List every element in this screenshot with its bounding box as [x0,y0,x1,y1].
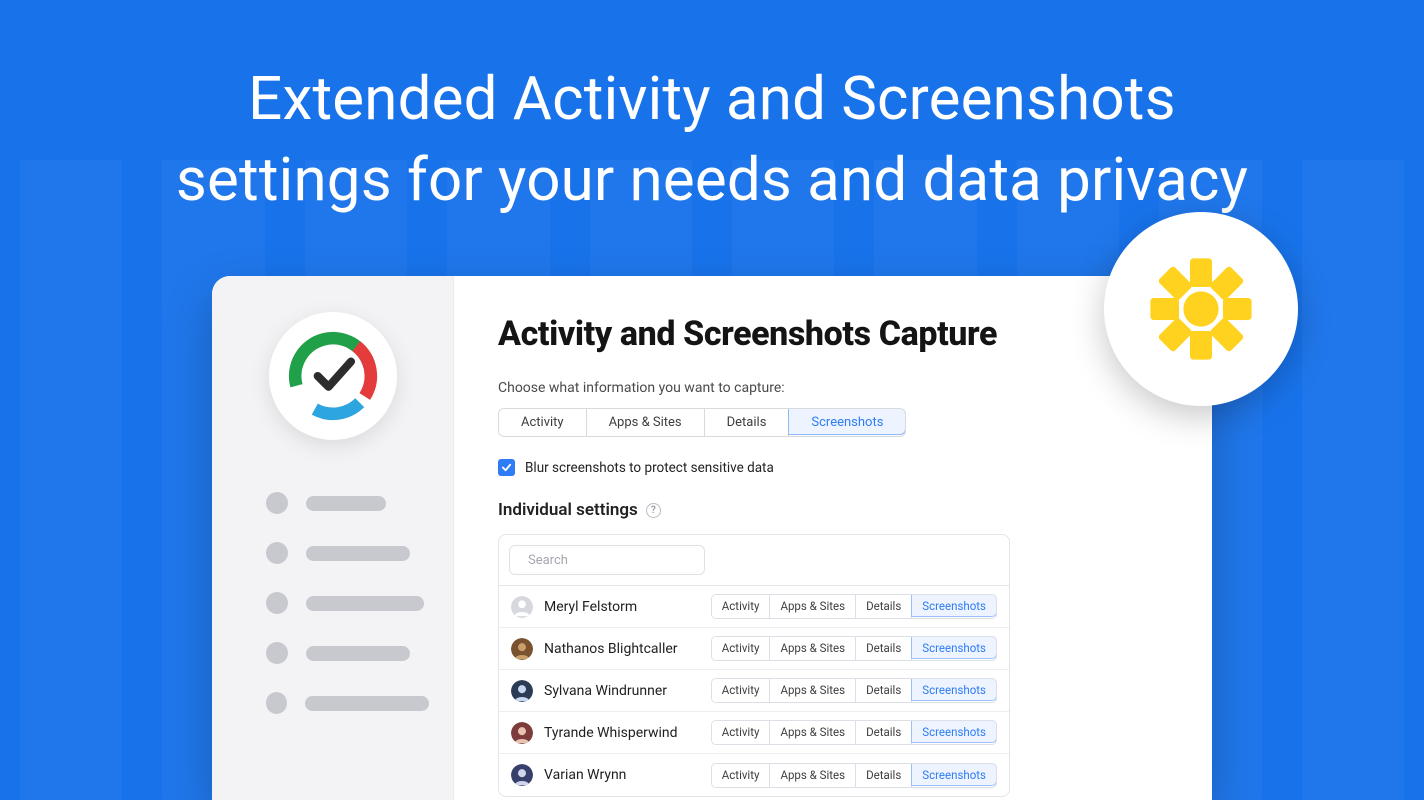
user-tab-screenshots[interactable]: Screenshots [911,763,997,786]
user-tab-apps-sites[interactable]: Apps & Sites [770,637,856,660]
user-name: Nathanos Blightcaller [544,641,700,657]
user-row: Tyrande Whisperwind ActivityApps & SitesD… [499,712,1009,754]
user-tab-activity[interactable]: Activity [712,637,771,660]
subtitle: Choose what information you want to capt… [498,380,1166,396]
nav-dot-icon [266,542,288,564]
sidebar-nav [236,492,429,742]
blur-option[interactable]: Blur screenshots to protect sensitive da… [498,459,1166,476]
user-tab-apps-sites[interactable]: Apps & Sites [770,721,856,744]
sidebar [212,276,454,800]
tab-details[interactable]: Details [705,409,790,436]
user-name: Sylvana Windrunner [544,683,700,699]
nav-dot-icon [266,642,288,664]
user-capture-tabs[interactable]: ActivityApps & SitesDetailsScreenshots [711,763,997,788]
nav-label-placeholder [306,546,410,561]
avatar [511,722,533,744]
feature-badge [1104,212,1298,406]
blur-checkbox[interactable] [498,459,515,476]
user-tab-screenshots[interactable]: Screenshots [911,678,997,701]
user-tab-details[interactable]: Details [856,721,912,744]
page-title: Activity and Screenshots Capture [498,314,1166,354]
user-capture-tabs[interactable]: ActivityApps & SitesDetailsScreenshots [711,720,997,745]
user-tab-activity[interactable]: Activity [712,721,771,744]
user-capture-tabs[interactable]: ActivityApps & SitesDetailsScreenshots [711,678,997,703]
search-input-wrap[interactable] [509,545,705,575]
avatar [511,680,533,702]
user-name: Tyrande Whisperwind [544,725,700,741]
hero-title-line2: settings for your needs and data privacy [176,144,1248,215]
user-tab-screenshots[interactable]: Screenshots [911,720,997,743]
user-tab-apps-sites[interactable]: Apps & Sites [770,764,856,787]
capture-tabs[interactable]: ActivityApps & SitesDetailsScreenshots [498,408,906,437]
tab-screenshots[interactable]: Screenshots [788,408,906,435]
app-window: Activity and Screenshots Capture Choose … [212,276,1212,800]
nav-dot-icon [266,692,287,714]
nav-label-placeholder [306,496,386,511]
logo-icon [288,331,378,421]
individual-settings-panel: Meryl FelstormActivityApps & SitesDetail… [498,534,1010,797]
avatar [511,638,533,660]
avatar [511,596,533,618]
user-name: Varian Wrynn [544,767,700,783]
sidebar-item-3[interactable] [266,642,429,664]
tab-activity[interactable]: Activity [499,409,587,436]
burst-icon [1146,254,1256,364]
blur-label: Blur screenshots to protect sensitive da… [525,460,774,476]
individual-settings-heading: Individual settings ? [498,500,1166,520]
nav-dot-icon [266,592,288,614]
user-capture-tabs[interactable]: ActivityApps & SitesDetailsScreenshots [711,636,997,661]
user-tab-details[interactable]: Details [856,764,912,787]
tab-apps-sites[interactable]: Apps & Sites [587,409,705,436]
hero-title-line1: Extended Activity and Screenshots [248,63,1176,134]
sidebar-item-0[interactable] [266,492,429,514]
user-row: Sylvana Windrunner ActivityApps & SitesDe… [499,670,1009,712]
search-bar [499,535,1009,586]
search-input[interactable] [528,553,694,568]
user-tab-activity[interactable]: Activity [712,679,771,702]
user-tab-details[interactable]: Details [856,679,912,702]
sidebar-item-4[interactable] [266,692,429,714]
user-tab-details[interactable]: Details [856,595,912,618]
user-tab-activity[interactable]: Activity [712,764,771,787]
user-tab-screenshots[interactable]: Screenshots [911,636,997,659]
nav-dot-icon [266,492,288,514]
check-icon [501,462,512,473]
user-tab-apps-sites[interactable]: Apps & Sites [770,595,856,618]
hero-title: Extended Activity and Screenshots settin… [0,0,1424,220]
user-name: Meryl Felstorm [544,599,700,615]
user-tab-activity[interactable]: Activity [712,595,771,618]
user-row: Nathanos Blightcaller ActivityApps & Site… [499,628,1009,670]
nav-label-placeholder [306,596,424,611]
user-tab-apps-sites[interactable]: Apps & Sites [770,679,856,702]
user-row: Varian Wrynn ActivityApps & SitesDetailsS… [499,754,1009,796]
sidebar-item-1[interactable] [266,542,429,564]
main-panel: Activity and Screenshots Capture Choose … [454,276,1212,800]
nav-label-placeholder [306,646,410,661]
avatar [511,764,533,786]
app-logo [269,312,397,440]
sidebar-item-2[interactable] [266,592,429,614]
user-capture-tabs[interactable]: ActivityApps & SitesDetailsScreenshots [711,594,997,619]
user-row: Meryl Felstorm ActivityApps & SitesDetail… [499,586,1009,628]
help-icon[interactable]: ? [646,503,661,518]
user-tab-screenshots[interactable]: Screenshots [911,594,997,617]
nav-label-placeholder [305,696,429,711]
user-tab-details[interactable]: Details [856,637,912,660]
